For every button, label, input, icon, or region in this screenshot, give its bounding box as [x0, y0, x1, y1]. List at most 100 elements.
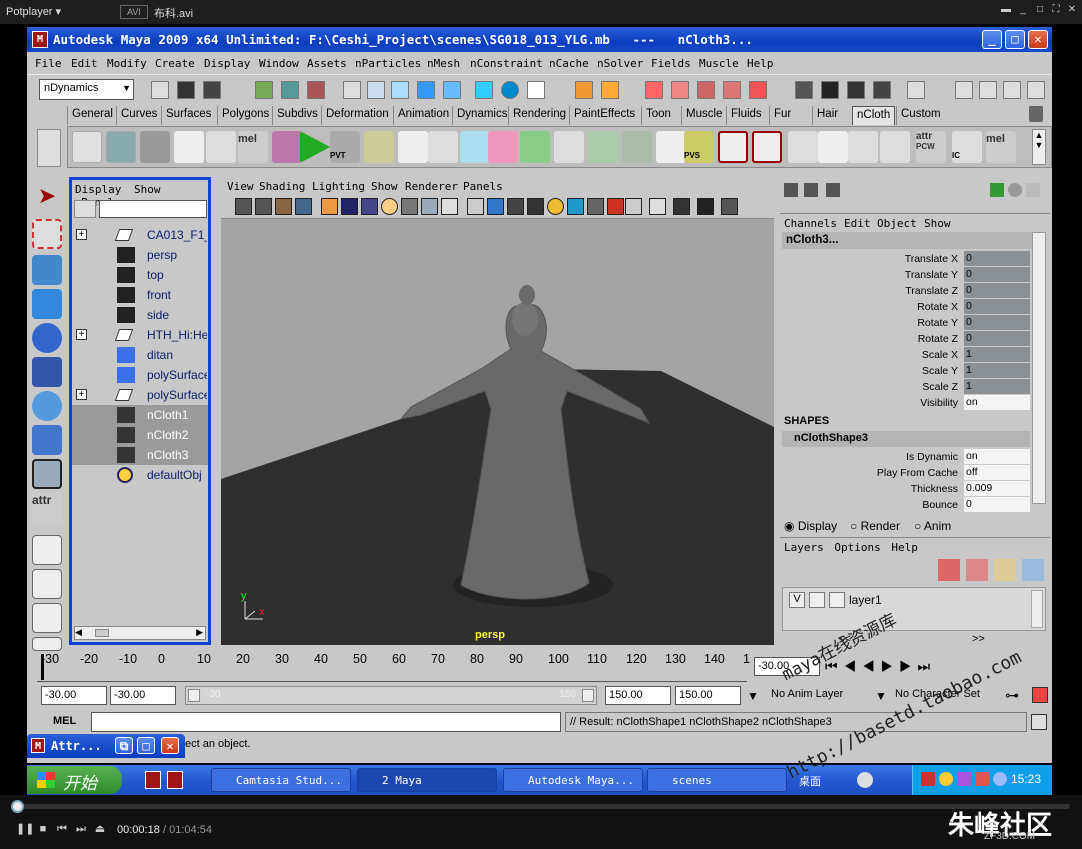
taskbar-maya-group[interactable]: 2 Maya: [357, 768, 497, 792]
channel-value[interactable]: 1: [964, 347, 1030, 362]
vp-menu-lighting[interactable]: Lighting: [312, 180, 365, 193]
paint-weights-icon[interactable]: [272, 131, 302, 163]
channelbox-vscroll[interactable]: [1032, 232, 1046, 504]
quicklaunch-maya-icon[interactable]: [145, 771, 161, 789]
fullscreen-icon[interactable]: ⛶: [1050, 4, 1062, 16]
menu-ncache[interactable]: nCache: [549, 57, 589, 70]
tab-rendering[interactable]: Rendering: [508, 106, 570, 125]
cb-menu-channels[interactable]: Channels: [784, 217, 837, 230]
menu-file[interactable]: File: [35, 57, 62, 70]
mel-input[interactable]: [91, 712, 561, 732]
outliner-item[interactable]: polySurface: [72, 365, 208, 385]
shape-channel-row[interactable]: Bounce 0: [782, 497, 1030, 513]
safe-title-icon[interactable]: [441, 198, 458, 215]
weld-icon[interactable]: [488, 131, 518, 163]
mel-script-2-icon[interactable]: mel: [986, 131, 1016, 163]
minimize-icon[interactable]: _: [1017, 4, 1029, 16]
tray-icon-2[interactable]: [939, 772, 953, 786]
help-icon[interactable]: [527, 81, 545, 99]
ncloth-status-icon[interactable]: [645, 81, 663, 99]
snap-grid-icon[interactable]: [343, 81, 361, 99]
outliner-item[interactable]: + HTH_Hi:He: [72, 325, 208, 345]
hypershade-icon[interactable]: [873, 81, 891, 99]
shelf-scroll[interactable]: ▲ ▼: [1032, 129, 1046, 165]
vp-menu-show[interactable]: Show: [371, 180, 398, 193]
render-view-icon[interactable]: [795, 81, 813, 99]
minimize-button[interactable]: _: [982, 30, 1002, 49]
create-ncloth-icon[interactable]: [72, 131, 102, 163]
channel-row[interactable]: Translate X 0: [782, 251, 1030, 267]
tab-custom[interactable]: Custom: [896, 106, 945, 125]
prev-icon[interactable]: ⏮: [56, 823, 68, 835]
shelf-menu-icon[interactable]: [37, 129, 61, 167]
layer-menu-help[interactable]: Help: [891, 541, 918, 554]
select-vertices-icon[interactable]: [818, 131, 848, 163]
attr-pcw-icon[interactable]: attr PCW: [916, 131, 946, 163]
layer-render-radio[interactable]: ○ Render: [850, 519, 900, 533]
layer-menu-layers[interactable]: Layers: [784, 541, 824, 554]
vp-menu-shading[interactable]: Shading: [259, 180, 305, 193]
cb-menu-show[interactable]: Show: [924, 217, 951, 230]
hq-render-icon[interactable]: [673, 198, 690, 215]
slide-on-surface-icon[interactable]: [460, 131, 490, 163]
menu-edit[interactable]: Edit: [71, 57, 98, 70]
single-pane-icon[interactable]: [32, 535, 62, 565]
channel-value[interactable]: 1: [964, 363, 1030, 378]
camera-select-icon[interactable]: [235, 198, 252, 215]
light-icon[interactable]: [547, 198, 564, 215]
camera-attr-icon[interactable]: [255, 198, 272, 215]
paint-tool-icon[interactable]: [721, 198, 738, 215]
nsolver-status-icon[interactable]: [749, 81, 767, 99]
menu-assets[interactable]: Assets: [307, 57, 347, 70]
menu-muscle[interactable]: Muscle: [699, 57, 739, 70]
tool-settings-toggle-icon[interactable]: [826, 183, 840, 197]
select-faces-icon[interactable]: [848, 131, 878, 163]
show-channelbox-icon[interactable]: [1003, 81, 1021, 99]
anim-layer-dropdown-icon[interactable]: ▼: [747, 689, 759, 703]
layer-color-swatch[interactable]: [829, 592, 845, 608]
texture-icon[interactable]: [527, 198, 544, 215]
menu-fields[interactable]: Fields: [651, 57, 691, 70]
anim-layer-label[interactable]: No Anim Layer: [771, 688, 843, 700]
new-layer-icon[interactable]: [994, 559, 1016, 581]
live-surface-icon[interactable]: [443, 81, 461, 99]
ncache-status-icon[interactable]: [697, 81, 715, 99]
field-chart-icon[interactable]: [401, 198, 418, 215]
cb-menu-edit[interactable]: Edit: [844, 217, 871, 230]
channel-value[interactable]: 0: [964, 497, 1030, 512]
tab-fluids[interactable]: Fluids: [726, 106, 766, 125]
current-frame-field[interactable]: -30.00: [754, 657, 820, 676]
outliner-item[interactable]: persp: [72, 245, 208, 265]
playback-controls[interactable]: ⏮◀◀▶▶⏭: [825, 658, 1045, 676]
character-set-label[interactable]: No Character Set: [895, 688, 980, 700]
trash-icon[interactable]: [1029, 106, 1043, 122]
image-plane-icon[interactable]: [295, 198, 312, 215]
outliner-item[interactable]: + CA013_F1_: [72, 225, 208, 245]
show-toolsettings-icon[interactable]: [979, 81, 997, 99]
layer-menu-options[interactable]: Options: [834, 541, 880, 554]
expand-icon[interactable]: +: [76, 329, 87, 340]
tab-ncloth[interactable]: nCloth: [852, 106, 896, 125]
outliner-search-field[interactable]: [99, 200, 207, 218]
rotate-tool-icon[interactable]: [32, 323, 62, 353]
channel-row[interactable]: Visibility on: [782, 395, 1030, 411]
channel-row[interactable]: Translate Z 0: [782, 283, 1030, 299]
channel-value[interactable]: on: [964, 449, 1030, 464]
attribute-editor-toggle-icon[interactable]: [804, 183, 818, 197]
pause-icon[interactable]: ❚❚: [16, 823, 34, 835]
select-component-icon[interactable]: [307, 81, 325, 99]
channel-value[interactable]: 0: [964, 299, 1030, 314]
menu-help[interactable]: Help: [747, 57, 774, 70]
ncloth-tshirt-icon[interactable]: [206, 131, 236, 163]
shape-channel-row[interactable]: Is Dynamic on: [782, 449, 1030, 465]
maximize-icon[interactable]: □: [1034, 4, 1046, 16]
move-tool-icon[interactable]: [32, 289, 62, 319]
xray-joint-icon[interactable]: [607, 198, 624, 215]
tray-clock[interactable]: 15:23: [1011, 772, 1041, 786]
menu-nconstraint[interactable]: nConstraint: [470, 57, 543, 70]
tab-toon[interactable]: Toon: [641, 106, 675, 125]
outliner-item[interactable]: nCloth1: [72, 405, 208, 425]
menu-window[interactable]: Window: [259, 57, 299, 70]
layer-display-radio[interactable]: ◉ Display: [784, 519, 837, 533]
mel-script-icon[interactable]: mel: [238, 131, 268, 163]
